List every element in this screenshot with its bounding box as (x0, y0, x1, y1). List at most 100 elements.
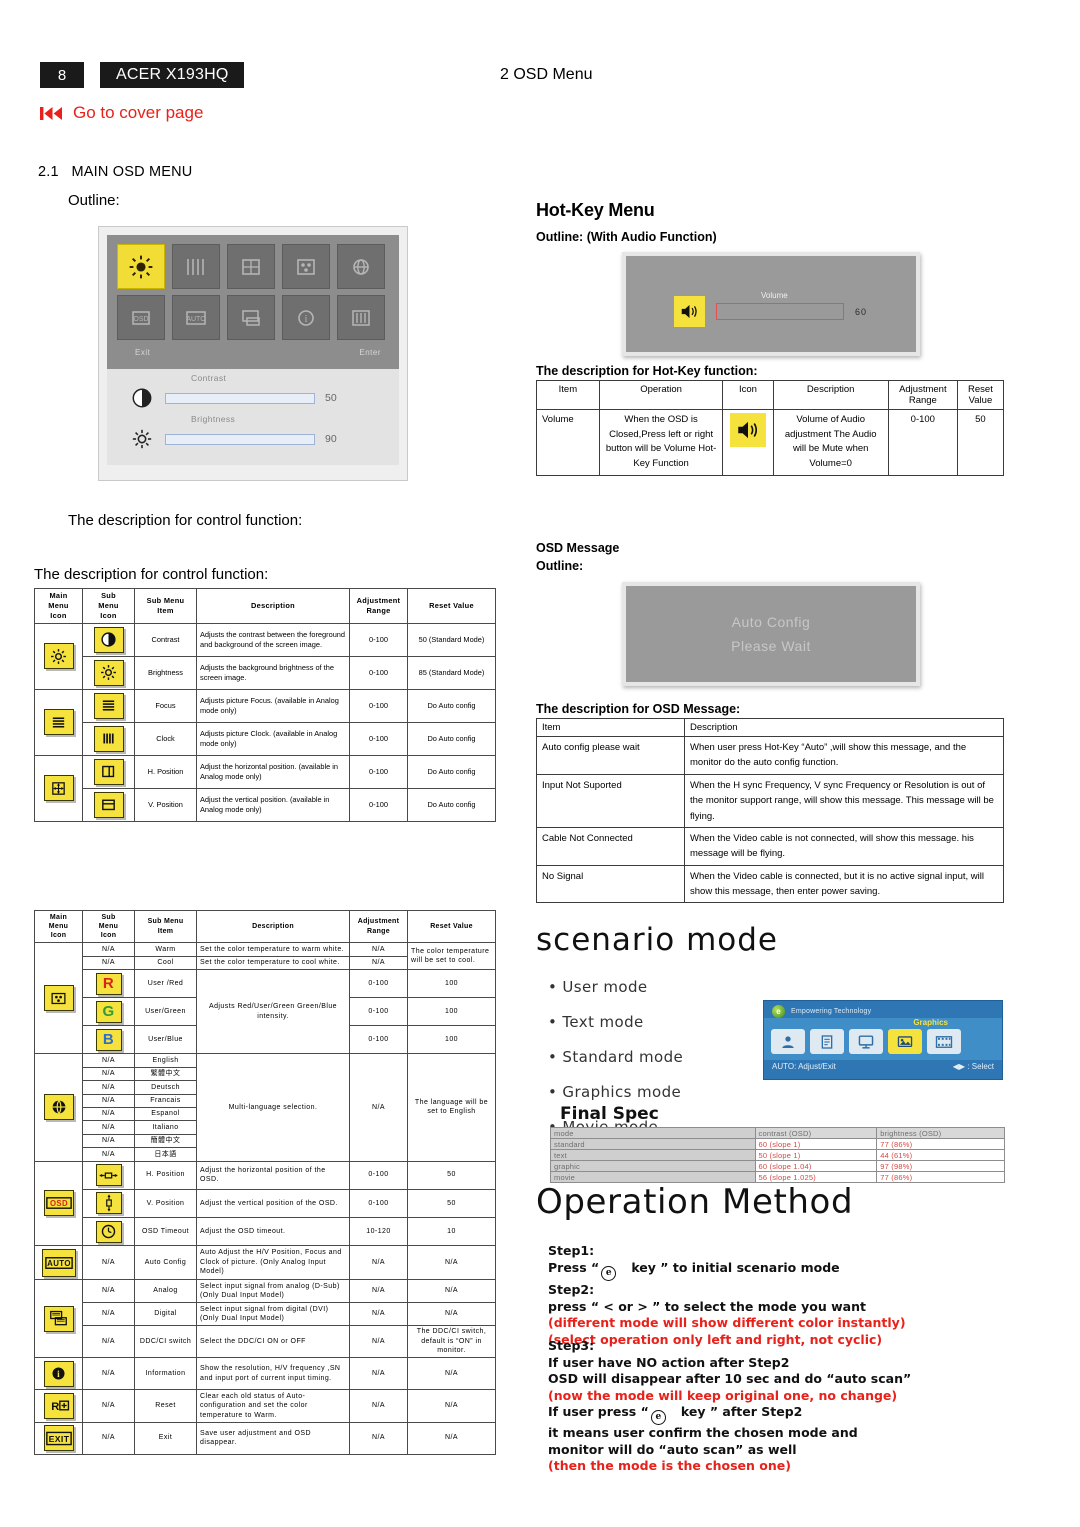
cell-reset: 85 (Standard Mode) (407, 655, 496, 690)
cell-reset: The DDC/CI switch, default is “ON” in mo… (407, 1324, 496, 1359)
cell-reset: N/A (407, 1302, 496, 1326)
brightness-slider-label: Brightness (191, 414, 236, 424)
cell-reset: Do Auto config (407, 754, 496, 789)
cell-sub-icon: N/A (82, 1053, 135, 1068)
cell-description: When the Video cable is connected, but i… (684, 864, 1004, 904)
osd-tile-brightness[interactable] (117, 244, 165, 289)
th-reset-value: Reset Value (956, 380, 1005, 410)
cell-item: Cable Not Connected (536, 826, 685, 866)
cell-item: Focus (134, 688, 197, 723)
go-to-cover-page-link[interactable]: Go to cover page (40, 103, 203, 123)
cell-item: 日本語 (134, 1147, 197, 1162)
blue-channel-icon: B (95, 1028, 122, 1051)
cell-item: Reset (134, 1389, 197, 1423)
cell-item: V. Position (134, 1188, 197, 1219)
table-header-row: Main Menu Icon Sub Menu Icon Sub Menu Item De… (34, 909, 496, 944)
sub-icon-v-position (82, 787, 135, 822)
cell-range: 0-100 (349, 997, 408, 1027)
cell-range: 0-100 (349, 1160, 408, 1190)
th-operation: Operation (598, 380, 724, 410)
cell-description: Adjusts Red/User/Green Green/Blue intens… (196, 969, 350, 1055)
section-title: MAIN OSD MENU (71, 164, 193, 180)
cell-icon (722, 409, 774, 476)
clock-icon (93, 725, 124, 752)
th-mode: mode (550, 1127, 756, 1139)
th-item: Item (536, 380, 600, 410)
reset-icon: R (43, 1392, 74, 1419)
svg-text:R: R (51, 1401, 59, 1413)
osd-tile-position[interactable] (227, 244, 275, 289)
cell-item: V. Position (134, 787, 197, 822)
cell-sub-icon: N/A (82, 1080, 135, 1095)
volume-value: 60 (855, 306, 868, 317)
scenario-footer-right: ◀▶ : Select (952, 1062, 994, 1071)
position-icon (43, 775, 74, 802)
green-letter: G (102, 1003, 115, 1021)
hotkey-outline-label: Outline: (With Audio Function) (536, 230, 717, 244)
brightness-icon (129, 426, 155, 452)
scenario-icon-row (771, 1019, 995, 1054)
cell-range: N/A (349, 1279, 408, 1303)
step3-line3-b: key ” after Step2 (680, 1404, 803, 1419)
th-contrast: contrast (OSD) (754, 1127, 878, 1139)
cell-description: Auto Adjust the H/V Position, Focus and … (196, 1245, 350, 1281)
table-row: H. Position Adjust the horizontal positi… (34, 754, 496, 822)
osd-tile-input[interactable] (227, 295, 275, 340)
sub-icon-brightness (82, 655, 135, 690)
osd-tile-osd-settings[interactable]: OSD (117, 295, 165, 340)
volume-bar-track[interactable]: Volume (716, 291, 844, 320)
cell-sub-icon: N/A (82, 1106, 135, 1122)
cell-reset: N/A (407, 1245, 496, 1281)
osd-contrast-slider-row[interactable]: Contrast 50 (129, 373, 377, 411)
movie-mode-icon[interactable] (927, 1029, 961, 1054)
color-icon (43, 985, 74, 1012)
cell-item: Deutsch (134, 1080, 197, 1095)
osd-tile-color[interactable] (282, 244, 330, 289)
cell-sub-icon: N/A (82, 1421, 135, 1455)
osd-footer-exit-label: Exit (135, 348, 151, 357)
osd-message-table: Item Description Auto config please wait… (536, 718, 1004, 904)
osd-tile-auto-config[interactable]: AUTO (172, 295, 220, 340)
osd-tile-language[interactable] (337, 244, 385, 289)
cell-sub-icon: N/A (82, 1147, 135, 1162)
osd-tile-focus[interactable] (172, 244, 220, 289)
brightness-slider-track[interactable] (165, 433, 315, 445)
cell-item: Francais (134, 1093, 197, 1108)
osd-message-outline-label: Outline: (536, 559, 584, 573)
osd-tile-information[interactable]: i (282, 295, 330, 340)
selected-mode-label: Graphics (913, 1018, 948, 1027)
th-brightness: brightness (OSD) (876, 1127, 1005, 1139)
cell-range: N/A (349, 1357, 408, 1391)
standard-mode-icon[interactable] (849, 1029, 883, 1054)
th-description: Description (684, 718, 1004, 737)
h-position-osd-icon (95, 1164, 122, 1187)
cell-range: N/A (349, 1421, 408, 1455)
auto-config-line-1: Auto Config (731, 614, 811, 630)
blue-letter: B (102, 1031, 115, 1049)
th-main-menu-icon: Main Menu Icon (34, 588, 83, 624)
cell-description: Adjust the vertical position. (available… (196, 787, 350, 822)
contrast-slider-track[interactable] (165, 392, 315, 404)
sub-icon-contrast (82, 622, 135, 657)
list-item: User mode (548, 978, 758, 996)
cell-range: N/A (349, 1302, 408, 1326)
text-mode-icon[interactable] (810, 1029, 844, 1054)
table-row: i N/A Information Show the resolution, H… (34, 1357, 496, 1391)
contrast-slider-value: 50 (325, 392, 337, 404)
red-letter: R (102, 975, 115, 993)
step1-label: Step1: (548, 1243, 595, 1258)
empowering-key-icon: e (601, 1265, 617, 1281)
cell-range: 10-120 (349, 1217, 408, 1247)
th-description: Description (772, 380, 889, 410)
cell-item: Auto config please wait (536, 736, 685, 775)
cell-reset: N/A (407, 1389, 496, 1423)
acer-empowering-icon: e (772, 1005, 785, 1018)
empowering-key-icon: e (650, 1410, 666, 1426)
user-mode-icon[interactable] (771, 1029, 805, 1054)
osd-brightness-slider-row[interactable]: Brightness 90 (129, 414, 377, 452)
table-row: Cable Not Connected When the Video cable… (536, 826, 1004, 866)
table-row: EXIT N/A Exit Save user adjustment and O… (34, 1421, 496, 1455)
osd-tile-exit[interactable] (337, 295, 385, 340)
cell-item: Analog (134, 1279, 197, 1303)
graphics-mode-icon[interactable] (888, 1029, 922, 1054)
